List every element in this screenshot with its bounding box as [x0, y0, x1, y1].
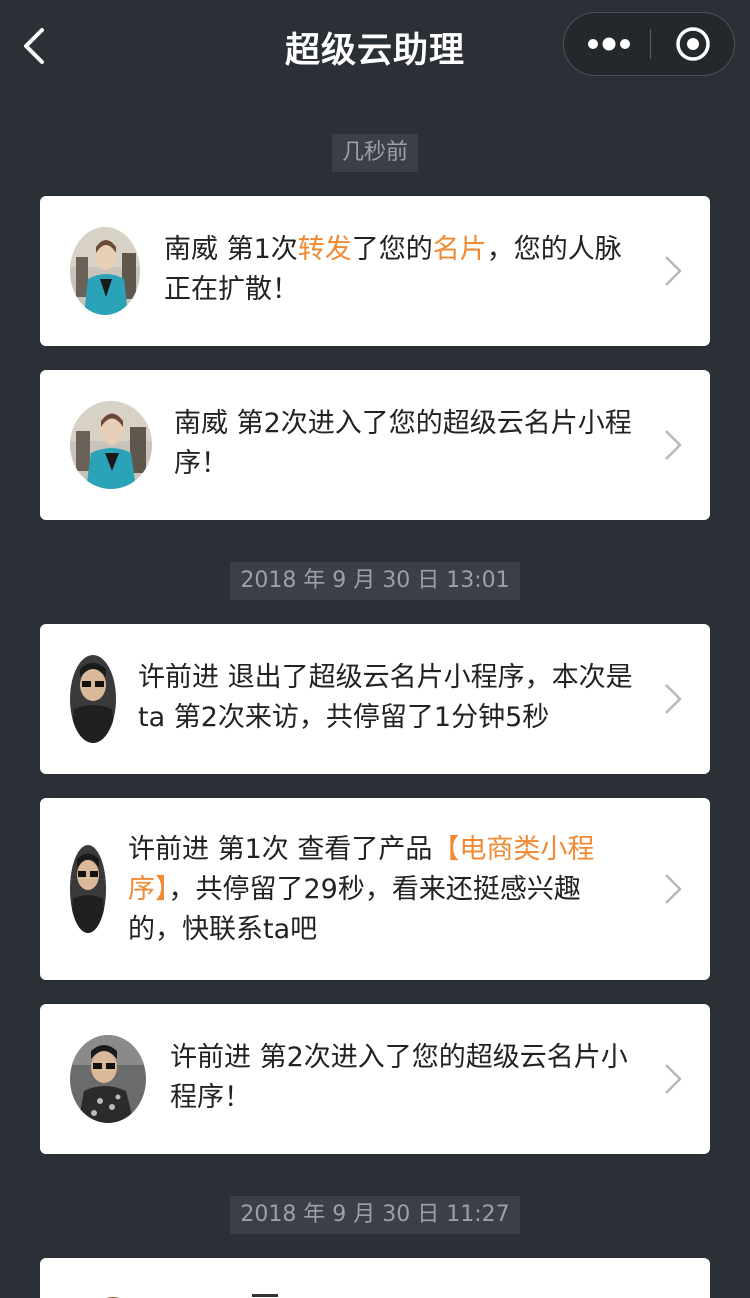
message-line: 程序！ — [170, 1082, 251, 1113]
message-line: 正在扩散！ — [164, 274, 299, 305]
message-card[interactable]: 南威 第1次转发了您的名片，您的人脉 正在扩散！ — [40, 196, 710, 346]
target-close-icon — [676, 27, 710, 61]
avatar — [70, 401, 152, 489]
text-fragment — [252, 1294, 278, 1297]
message-text: 许前进 退出了超级云名片小程序，本次是 ta 第2次来访，共停留了1分钟5秒 — [138, 658, 658, 738]
more-button[interactable] — [564, 13, 650, 75]
message-card[interactable]: 许前进 第1次 查看了产品【电商类小程 序】，共停留了29秒，看来还挺感兴趣 的… — [40, 798, 710, 980]
highlight-text: 名片 — [432, 234, 487, 265]
message-text: 南威 第2次进入了您的超级云名片小程 序！ — [174, 404, 654, 484]
message-line: 许前进 第1次 查看了产品【电商类小程 — [128, 830, 628, 870]
more-dots-icon — [588, 37, 630, 51]
message-segment: ，共停留了29秒，看来还挺感兴趣 — [168, 874, 581, 905]
message-line: ta 第2次来访，共停留了1分钟5秒 — [138, 702, 550, 733]
message-segment: 许前进 第1次 查看了产品 — [128, 834, 433, 865]
time-label: 几秒前 — [0, 134, 750, 172]
close-button[interactable] — [651, 13, 735, 75]
message-card[interactable]: 许前进 退出了超级云名片小程序，本次是 ta 第2次来访，共停留了1分钟5秒 — [40, 624, 710, 774]
message-line: 序】，共停留了29秒，看来还挺感兴趣 — [128, 870, 628, 910]
time-label: 2018 年 9 月 30 日 13:01 — [0, 562, 750, 600]
message-segment: 南威 第1次 — [164, 234, 298, 265]
chevron-right-icon — [665, 256, 682, 286]
message-text: 南威 第1次转发了您的名片，您的人脉 正在扩散！ — [164, 230, 654, 310]
message-line: 许前进 退出了超级云名片小程序，本次是 — [138, 662, 633, 693]
message-card[interactable]: 南威 第2次进入了您的超级云名片小程 序！ — [40, 370, 710, 520]
message-card[interactable] — [40, 1258, 710, 1298]
chevron-right-icon — [665, 1064, 682, 1094]
navigation-bar: 超级云助理 — [0, 0, 750, 92]
message-line: 南威 第1次转发了您的名片，您的人脉 — [164, 230, 654, 270]
time-label-text: 2018 年 9 月 30 日 11:27 — [230, 1196, 520, 1234]
highlight-text: 转发 — [297, 234, 352, 265]
product-link[interactable]: 【电商类小程 — [432, 834, 594, 865]
message-text: 许前进 第2次进入了您的超级云名片小 程序！ — [170, 1038, 660, 1118]
chevron-right-icon — [665, 874, 682, 904]
time-label: 2018 年 9 月 30 日 11:27 — [0, 1196, 750, 1234]
avatar — [78, 1288, 148, 1298]
message-line: 南威 第2次进入了您的超级云名片小程 — [174, 408, 632, 439]
chevron-right-icon — [665, 684, 682, 714]
avatar — [70, 227, 140, 315]
chevron-right-icon — [665, 430, 682, 460]
message-line: 序！ — [174, 448, 228, 479]
avatar — [70, 845, 106, 933]
time-label-text: 2018 年 9 月 30 日 13:01 — [230, 562, 520, 600]
message-text: 许前进 第1次 查看了产品【电商类小程 序】，共停留了29秒，看来还挺感兴趣 的… — [128, 830, 628, 950]
product-link[interactable]: 序】 — [128, 874, 169, 905]
avatar — [70, 1035, 146, 1123]
message-card[interactable]: 许前进 第2次进入了您的超级云名片小 程序！ — [40, 1004, 710, 1154]
message-segment: ，您的人脉 — [486, 234, 622, 265]
time-label-text: 几秒前 — [331, 134, 418, 172]
message-segment: 了您的 — [351, 234, 433, 265]
message-line: 的，快联系ta吧 — [128, 914, 318, 945]
avatar — [70, 655, 116, 743]
capsule-menu — [563, 12, 735, 76]
message-line: 许前进 第2次进入了您的超级云名片小 — [170, 1042, 628, 1073]
